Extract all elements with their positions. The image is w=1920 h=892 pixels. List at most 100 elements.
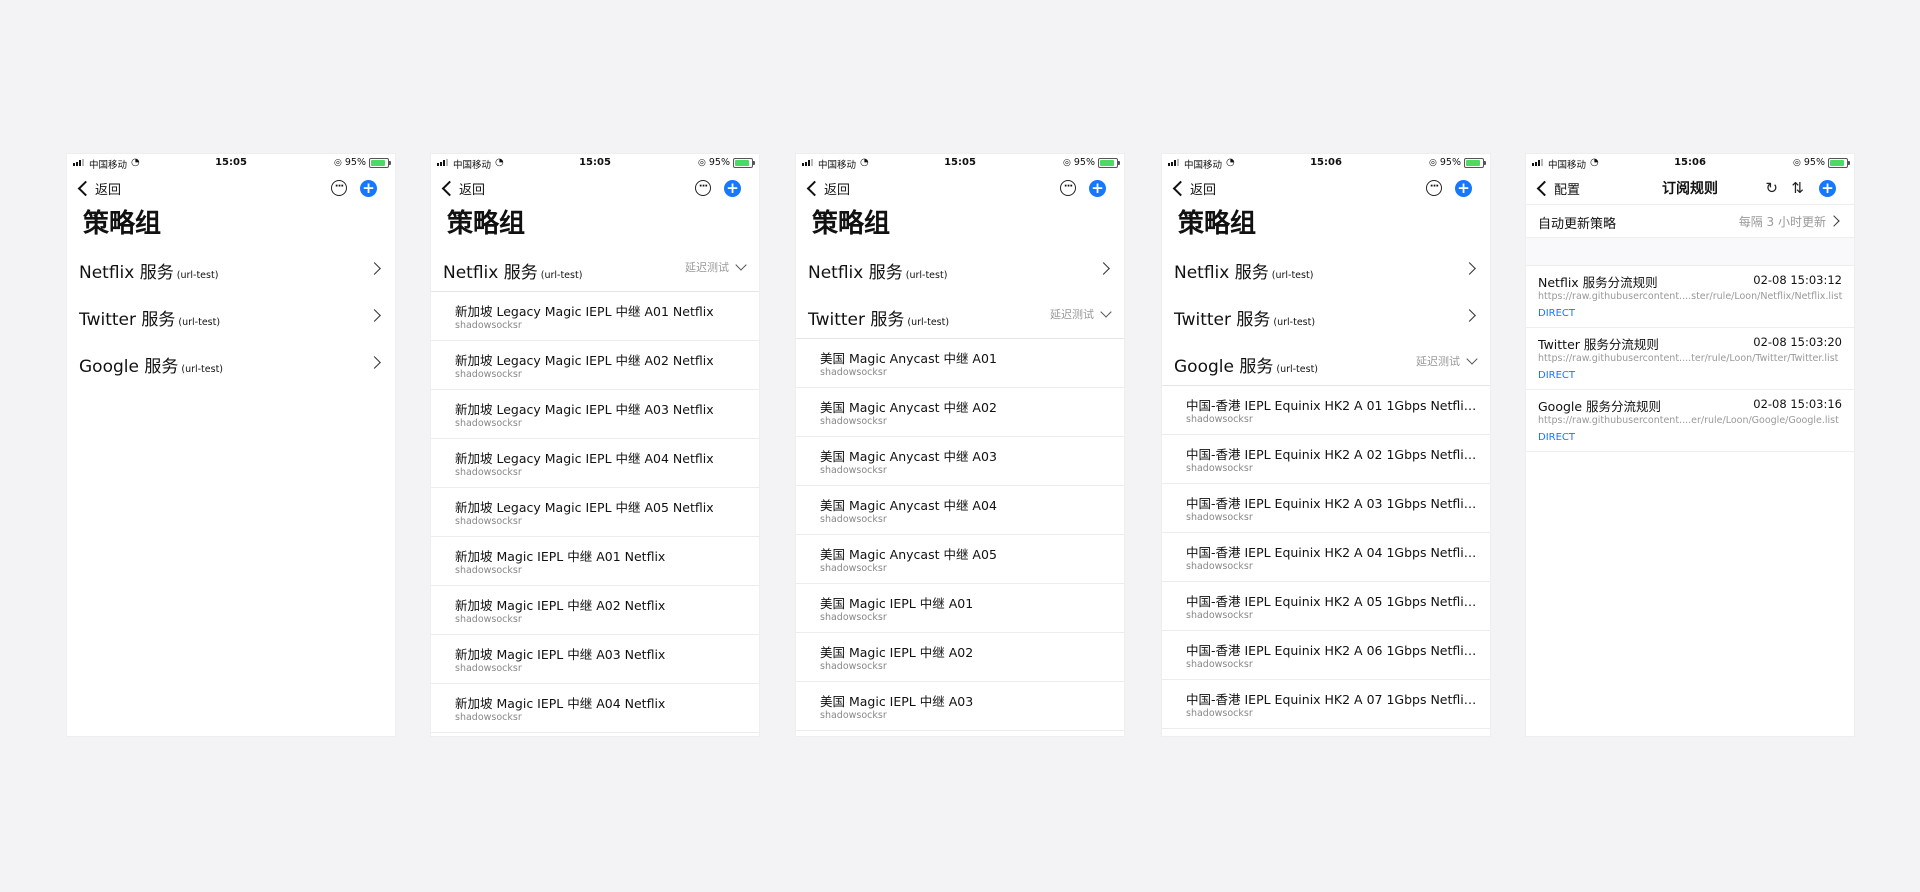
policy-group-row[interactable]: Twitter 服务 (url-test) <box>67 291 395 338</box>
chevron-right-icon <box>368 262 381 275</box>
plus-circle-icon[interactable]: + <box>724 180 741 197</box>
status-bar: 中国移动 ◔ 15:05 ◎ 95% <box>796 154 1124 172</box>
plus-circle-icon[interactable]: + <box>1455 180 1472 197</box>
sort-icon[interactable]: ⇅ <box>1791 179 1804 197</box>
node-row[interactable]: 新加坡 Magic IEPL 中继 A01 Netflix shadowsocks… <box>431 537 759 586</box>
status-bar: 中国移动 ◔ 15:05 ◎ 95% <box>67 154 395 172</box>
node-row[interactable]: 新加坡 Legacy Magic IEPL 中继 A02 Netflix shad… <box>431 341 759 390</box>
policy-group-row[interactable]: Twitter 服务 (url-test) <box>1162 291 1490 338</box>
node-row[interactable]: 中国-香港 IEPL Equinix HK2 A 05 1Gbps Netfli… <box>1162 582 1490 631</box>
node-row[interactable]: 美国 Magic Anycast 中继 A04 shadowsocksr <box>796 486 1124 535</box>
node-row[interactable]: 新加坡 Legacy Magic IEPL 中继 A05 Netflix shad… <box>431 488 759 537</box>
back-button[interactable]: 返回 <box>441 179 485 198</box>
policy-group-type: (url-test) <box>1276 364 1319 375</box>
policy-group-row[interactable]: Netflix 服务 (url-test) <box>1162 244 1490 291</box>
node-row[interactable]: 新加坡 Magic IEPL 中继 A02 Netflix shadowsocks… <box>431 586 759 635</box>
node-row[interactable]: 新加坡 Legacy Magic IEPL 中继 A01 Netflix shad… <box>431 292 759 341</box>
node-name: 中国-香港 IEPL Equinix HK2 A 03 1Gbps Netfli… <box>1186 496 1478 511</box>
node-protocol: shadowsocksr <box>820 514 887 525</box>
node-row[interactable]: 中国-香港 IEPL Equinix HK2 A 02 1Gbps Netfli… <box>1162 435 1490 484</box>
ellipsis-circle-icon[interactable]: ··· <box>695 180 711 196</box>
ellipsis-circle-icon[interactable]: ··· <box>1060 180 1076 196</box>
node-row[interactable]: 美国 Magic Anycast 中继 A03 shadowsocksr <box>796 437 1124 486</box>
node-protocol: shadowsocksr <box>1186 610 1253 621</box>
node-row[interactable]: 中国-香港 IEPL Equinix HK2 A 01 1Gbps Netfli… <box>1162 386 1490 435</box>
node-protocol: shadowsocksr <box>1186 414 1253 425</box>
battery-icon <box>369 157 391 168</box>
back-button[interactable]: 返回 <box>1172 179 1216 198</box>
chevron-right-icon <box>368 309 381 322</box>
policy-group-name: Google 服务 <box>1174 357 1274 377</box>
chevron-down-icon <box>1466 353 1478 365</box>
plus-circle-icon[interactable]: + <box>1089 180 1106 197</box>
node-row[interactable]: 新加坡 Legacy Magic IEPL 中继 A03 Netflix shad… <box>431 390 759 439</box>
node-row[interactable]: 新加坡 Magic IEPL 中继 A04 Netflix shadowsocks… <box>431 684 759 733</box>
battery-percent: 95% <box>344 157 366 168</box>
policy-group-row[interactable]: Netflix 服务 (url-test) 延迟测试 <box>431 244 759 292</box>
node-row[interactable]: 美国 Magic IEPL 中继 A01 shadowsocksr <box>796 584 1124 633</box>
policy-group-row[interactable]: Google 服务 (url-test) 延迟测试 <box>1162 338 1490 386</box>
latency-test-button[interactable]: 延迟测试 <box>685 259 747 275</box>
ellipsis-circle-icon[interactable]: ··· <box>331 180 347 196</box>
rule-url: https://raw.githubusercontent....ter/rul… <box>1538 353 1839 364</box>
refresh-icon[interactable]: ↻ <box>1765 179 1778 197</box>
node-row[interactable]: 美国 Magic Anycast 中继 A01 shadowsocksr <box>796 339 1124 388</box>
policy-group-name: Netflix 服务 <box>808 263 903 283</box>
node-row[interactable]: 中国-香港 IEPL Equinix HK2 A 03 1Gbps Netfli… <box>1162 484 1490 533</box>
node-row[interactable]: 中国-香港 IEPL Equinix HK2 A 04 1Gbps Netfli… <box>1162 533 1490 582</box>
battery-status: ◎ 95% <box>698 157 755 168</box>
node-protocol: shadowsocksr <box>1186 512 1253 523</box>
node-row[interactable]: 美国 Magic IEPL 中继 A02 shadowsocksr <box>796 633 1124 682</box>
back-button[interactable]: 返回 <box>77 179 121 198</box>
chevron-right-icon <box>368 356 381 369</box>
node-row[interactable]: 中国-香港 IEPL Equinix HK2 A 07 1Gbps Netfli… <box>1162 680 1490 729</box>
node-row[interactable]: 新加坡 Magic IEPL 中继 A03 Netflix shadowsocks… <box>431 635 759 684</box>
nav-bar: 返回 ··· + <box>1162 172 1490 204</box>
latency-test-button[interactable]: 延迟测试 <box>1050 306 1112 322</box>
node-name: 中国-香港 IEPL Equinix HK2 A 04 1Gbps Netfli… <box>1186 545 1478 560</box>
plus-circle-icon[interactable]: + <box>1819 180 1836 197</box>
plus-circle-icon[interactable]: + <box>360 180 377 197</box>
node-name: 新加坡 Legacy Magic IEPL 中继 A05 Netflix <box>455 500 714 515</box>
rule-row[interactable]: Twitter 服务分流规则 02-08 15:03:20 https://raw.… <box>1526 328 1854 390</box>
rule-url: https://raw.githubusercontent....ster/ru… <box>1538 291 1843 302</box>
policy-group-title: Netflix 服务 (url-test) <box>79 258 218 283</box>
node-row[interactable]: 新加坡 Legacy Magic IEPL 中继 A04 Netflix shad… <box>431 439 759 488</box>
policy-group-row[interactable]: Netflix 服务 (url-test) <box>67 244 395 291</box>
policy-group-type: (url-test) <box>1273 317 1316 328</box>
node-protocol: shadowsocksr <box>455 320 522 331</box>
location-icon: ◎ <box>1429 157 1437 168</box>
node-protocol: shadowsocksr <box>820 416 887 427</box>
policy-group-type: (url-test) <box>905 270 948 281</box>
latency-test-button[interactable]: 延迟测试 <box>1416 353 1478 369</box>
node-row[interactable]: 美国 Magic Anycast 中继 A05 shadowsocksr <box>796 535 1124 584</box>
node-row[interactable]: 美国 Magic Anycast 中继 A02 shadowsocksr <box>796 388 1124 437</box>
node-name: 美国 Magic IEPL 中继 A03 <box>820 694 974 709</box>
rule-row[interactable]: Google 服务分流规则 02-08 15:03:16 https://raw.g… <box>1526 390 1854 452</box>
node-row[interactable]: 中国-香港 IEPL Equinix HK2 A 06 1Gbps Netfli… <box>1162 631 1490 680</box>
policy-group-type: (url-test) <box>181 364 224 375</box>
policy-group-row[interactable]: Netflix 服务 (url-test) <box>796 244 1124 291</box>
node-name: 中国-香港 IEPL Equinix HK2 A 02 1Gbps Netfli… <box>1186 447 1478 462</box>
policy-group-name: Netflix 服务 <box>79 263 174 283</box>
page-title: 策略组 <box>83 209 162 239</box>
node-protocol: shadowsocksr <box>455 614 522 625</box>
auto-update-row[interactable]: 自动更新策略 每隔 3 小时更新 <box>1526 204 1854 238</box>
rule-name: Google 服务分流规则 <box>1538 399 1662 414</box>
rule-row[interactable]: Netflix 服务分流规则 02-08 15:03:12 https://raw.… <box>1526 266 1854 328</box>
rule-updated-time: 02-08 15:03:12 <box>1753 273 1842 287</box>
location-icon: ◎ <box>334 157 342 168</box>
policy-group-row[interactable]: Google 服务 (url-test) <box>67 338 395 385</box>
rule-name: Netflix 服务分流规则 <box>1538 275 1658 290</box>
policy-group-title: Netflix 服务 (url-test) <box>808 258 947 283</box>
node-row[interactable]: 美国 Magic IEPL 中继 A03 shadowsocksr <box>796 682 1124 731</box>
policy-group-type: (url-test) <box>1271 270 1314 281</box>
ellipsis-circle-icon[interactable]: ··· <box>1426 180 1442 196</box>
chevron-left-icon <box>441 180 458 197</box>
node-name: 美国 Magic IEPL 中继 A02 <box>820 645 974 660</box>
chevron-left-icon <box>1172 180 1189 197</box>
policy-group-row[interactable]: Twitter 服务 (url-test) 延迟测试 <box>796 291 1124 339</box>
rule-policy: DIRECT <box>1538 432 1576 443</box>
chevron-down-icon <box>735 259 747 271</box>
back-button[interactable]: 返回 <box>806 179 850 198</box>
